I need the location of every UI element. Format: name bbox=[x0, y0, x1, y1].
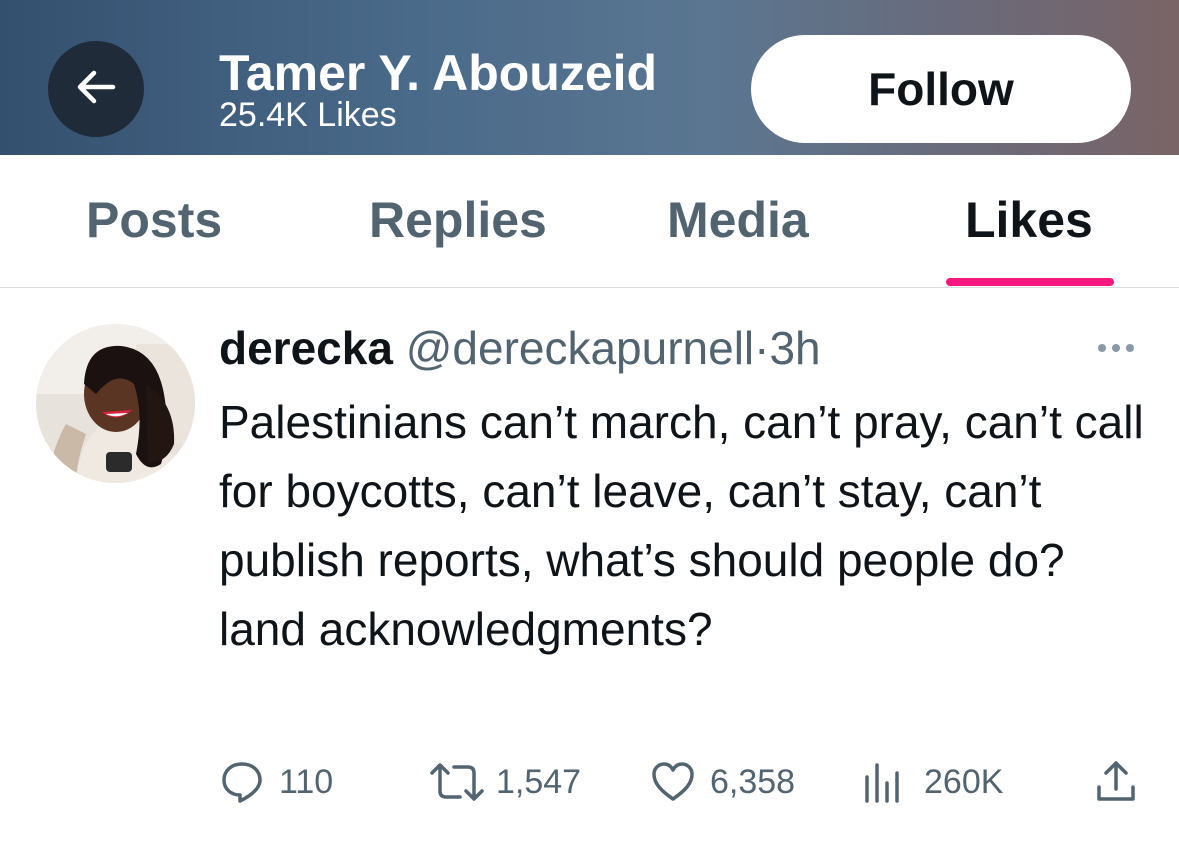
heart-icon bbox=[650, 759, 696, 805]
share-button[interactable] bbox=[1094, 758, 1138, 806]
views-count: 260K bbox=[924, 762, 1004, 801]
tweet-time[interactable]: 3h bbox=[769, 322, 820, 374]
tweet-actions: 110 1,547 6,358 260K bbox=[0, 750, 1179, 814]
tab-likes[interactable]: Likes bbox=[965, 191, 1093, 249]
more-horizontal-icon bbox=[1092, 344, 1140, 367]
reply-count: 110 bbox=[279, 762, 334, 801]
like-count: 6,358 bbox=[710, 762, 796, 801]
repost-icon bbox=[428, 759, 486, 805]
back-button[interactable] bbox=[48, 41, 144, 137]
arrow-left-icon bbox=[76, 70, 116, 109]
author-handle[interactable]: @dereckapurnell bbox=[406, 322, 754, 374]
likes-count: 25.4K Likes bbox=[219, 96, 397, 134]
tab-replies[interactable]: Replies bbox=[369, 191, 547, 249]
share-icon bbox=[1094, 759, 1138, 805]
author-name[interactable]: derecka bbox=[219, 322, 393, 374]
bar-chart-icon bbox=[862, 759, 902, 805]
tweet-text: Palestinians can’t march, can’t pray, ca… bbox=[219, 396, 1144, 655]
like-button[interactable]: 6,358 bbox=[650, 758, 795, 806]
follow-button[interactable]: Follow bbox=[751, 35, 1131, 143]
more-options-button[interactable] bbox=[1092, 333, 1140, 363]
separator-dot: · bbox=[754, 322, 770, 374]
repost-count: 1,547 bbox=[496, 762, 582, 801]
profile-header: Tamer Y. Abouzeid 25.4K Likes Follow bbox=[0, 0, 1179, 155]
reply-icon bbox=[219, 759, 265, 805]
views-button[interactable]: 260K bbox=[862, 758, 1003, 806]
avatar[interactable] bbox=[36, 324, 195, 483]
profile-tabs: Posts Replies Media Likes bbox=[0, 155, 1179, 288]
reply-button[interactable]: 110 bbox=[219, 758, 333, 806]
active-tab-indicator bbox=[946, 278, 1114, 286]
profile-name: Tamer Y. Abouzeid bbox=[219, 45, 658, 101]
tweet-header: derecka @dereckapurnell·3h bbox=[219, 318, 821, 378]
repost-button[interactable]: 1,547 bbox=[428, 758, 581, 806]
tab-posts[interactable]: Posts bbox=[86, 191, 222, 249]
tab-media[interactable]: Media bbox=[667, 191, 809, 249]
